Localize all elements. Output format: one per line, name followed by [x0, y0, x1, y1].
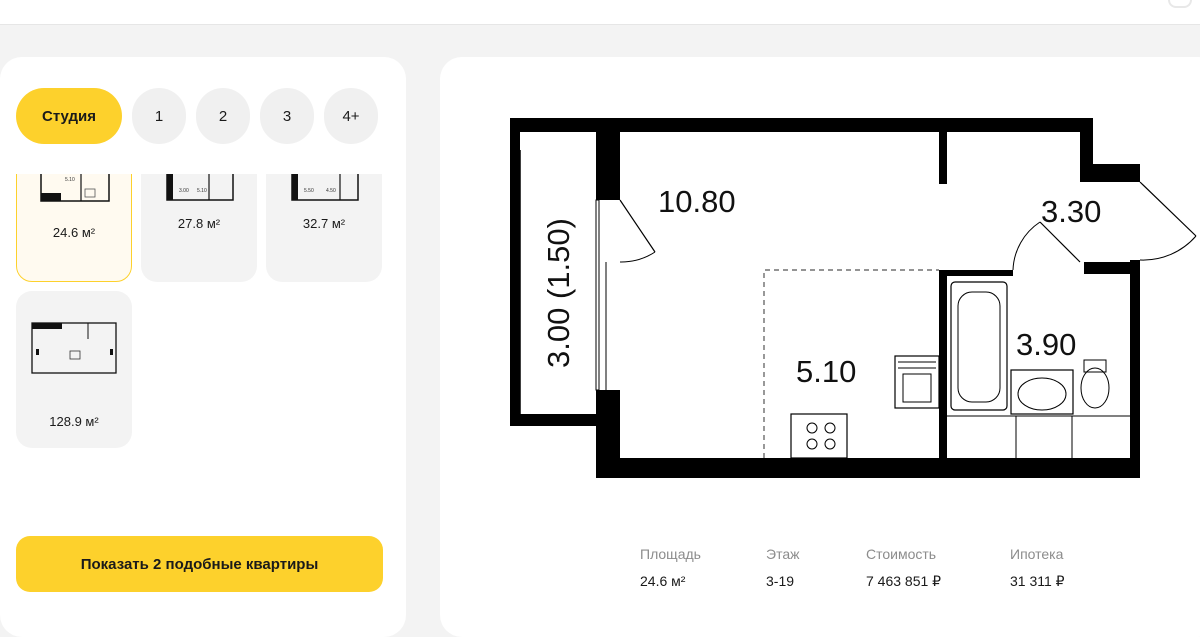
layout-card-32-7[interactable]: 16.30 2.20 5.50 4.50 32.7 м² — [266, 174, 382, 282]
room-area-hall: 3.30 — [1041, 194, 1101, 229]
stat-floor: Этаж 3-19 — [766, 546, 799, 589]
svg-text:5.50: 5.50 — [304, 188, 314, 194]
stat-price: Стоимость 7 463 851 ₽ — [866, 546, 941, 590]
tab-3-rooms[interactable]: 3 — [260, 88, 315, 144]
top-bar-control[interactable] — [1168, 0, 1192, 8]
room-count-tabs: Студия 1 2 3 4+ — [16, 88, 379, 144]
svg-text:3.00: 3.00 — [179, 188, 189, 194]
tab-2-rooms[interactable]: 2 — [196, 88, 251, 144]
room-area-kitchen: 5.10 — [796, 354, 856, 389]
layout-cards-list: 5.10 3.90 24.6 м² 10.90 3.00 5.10 27.8 м… — [0, 174, 406, 454]
room-area-main: 10.80 — [658, 184, 736, 219]
stat-value: 7 463 851 ₽ — [866, 573, 942, 589]
svg-text:5.10: 5.10 — [65, 177, 75, 183]
mini-floorplan-icon: 10.90 3.00 5.10 — [166, 174, 234, 201]
layout-card-27-8[interactable]: 10.90 3.00 5.10 27.8 м² — [141, 174, 257, 282]
floorplan-drawing: 10.80 3.30 5.10 3.90 3.00 (1.50) — [510, 118, 1197, 478]
stat-label: Этаж — [766, 546, 800, 562]
stat-label: Ипотека — [1010, 546, 1064, 562]
room-area-bath: 3.90 — [1016, 327, 1076, 362]
stat-label: Стоимость — [866, 546, 937, 562]
card-area: 27.8 м² — [177, 216, 221, 231]
stat-label: Площадь — [640, 546, 701, 562]
stat-value: 3-19 — [766, 573, 795, 589]
stat-area: Площадь 24.6 м² — [640, 546, 701, 589]
card-area: 128.9 м² — [49, 414, 99, 429]
stat-value: 24.6 м² — [640, 573, 686, 589]
layout-card-24-6[interactable]: 5.10 3.90 24.6 м² — [16, 174, 132, 282]
tab-1-room[interactable]: 1 — [132, 88, 187, 144]
mini-floorplan-icon: 5.10 3.90 — [40, 174, 110, 202]
svg-text:4.50: 4.50 — [326, 188, 336, 194]
tab-4-plus-rooms[interactable]: 4+ — [324, 88, 379, 144]
layout-card-128-9[interactable]: 128.9 м² — [16, 291, 132, 448]
card-area: 24.6 м² — [52, 225, 96, 240]
svg-text:5.10: 5.10 — [197, 188, 207, 194]
tab-studio[interactable]: Студия — [16, 88, 123, 144]
mini-floorplan-icon: 16.30 2.20 5.50 4.50 — [291, 174, 359, 201]
stat-mortgage: Ипотека 31 311 ₽ — [1010, 546, 1065, 590]
balcony-area: 3.00 (1.50) — [541, 218, 576, 368]
apartment-stats: Площадь 24.6 м² Этаж 3-19 Стоимость 7 46… — [0, 546, 1200, 606]
card-area: 32.7 м² — [302, 216, 346, 231]
stat-value: 31 311 ₽ — [1010, 573, 1065, 589]
mini-floorplan-icon — [31, 322, 117, 374]
top-bar — [0, 0, 1200, 25]
